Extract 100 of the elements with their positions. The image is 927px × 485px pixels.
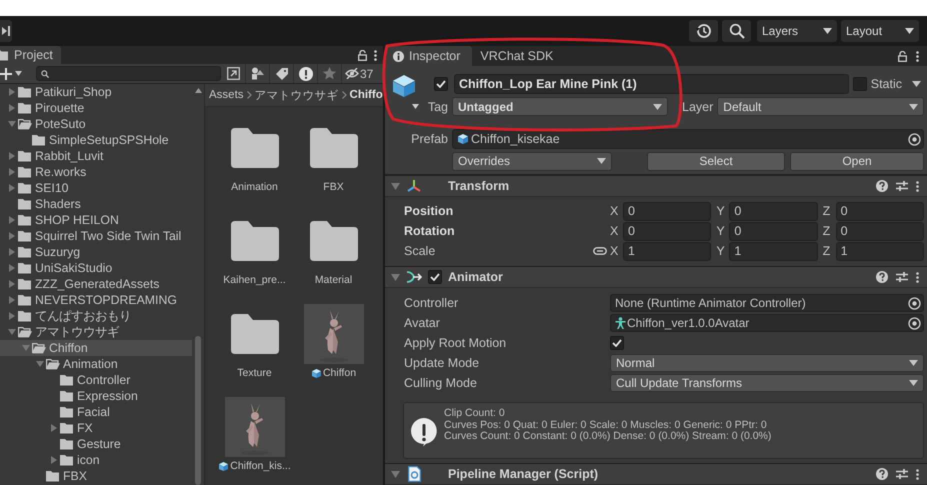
link-icon[interactable] — [593, 247, 607, 255]
folder-tree-item[interactable]: ZZZ_GeneratedAssets — [0, 276, 192, 292]
folder-tree-item[interactable]: Shaders — [0, 196, 192, 212]
panel-tab[interactable]: Inspector — [385, 46, 472, 66]
add-icon[interactable] — [0, 68, 12, 80]
layers-dropdown[interactable]: Layers — [757, 20, 837, 42]
prefab-action-button[interactable]: Open — [790, 152, 924, 170]
lock-icon[interactable] — [358, 50, 367, 60]
type-filter-icon[interactable] — [251, 67, 264, 80]
enabled-checkbox[interactable] — [428, 270, 442, 284]
scrollbar-thumb[interactable] — [195, 336, 201, 485]
presets-icon[interactable] — [896, 180, 908, 192]
help-icon[interactable] — [876, 468, 888, 480]
menu-icon[interactable] — [916, 272, 919, 282]
caret-icon[interactable] — [412, 104, 419, 109]
object-field[interactable]: None (Runtime Animator Controller) — [610, 294, 924, 312]
active-checkbox[interactable] — [434, 77, 448, 91]
expand-arrow-icon[interactable] — [51, 424, 57, 432]
folder-tree-item[interactable]: Pirouette — [0, 100, 192, 116]
presets-icon[interactable] — [896, 271, 908, 283]
folder-tree-item[interactable]: Animation — [0, 356, 192, 372]
folder-tree-item[interactable]: SHOP HEILON — [0, 212, 192, 228]
folder-tree-item[interactable]: Chiffon — [0, 340, 192, 356]
folder-tree-item[interactable]: Facial — [0, 404, 192, 420]
number-field[interactable]: 1 — [729, 242, 818, 260]
folder-tree-item[interactable]: Rabbit_Luvit — [0, 148, 192, 164]
menu-icon[interactable] — [374, 50, 377, 60]
layer-dropdown[interactable]: Default — [717, 97, 924, 116]
number-field[interactable]: 0 — [836, 222, 924, 240]
search-button[interactable] — [722, 20, 751, 42]
step-button[interactable] — [0, 20, 12, 42]
component-header[interactable]: Transform — [385, 175, 927, 197]
collapse-arrow-icon[interactable] — [8, 329, 16, 335]
name-field[interactable]: Chiffon_Lop Ear Mine Pink (1) — [454, 74, 849, 94]
expand-arrow-icon[interactable] — [51, 456, 57, 464]
folder-tree-item[interactable]: PoteSuto — [0, 116, 192, 132]
object-field[interactable]: Chiffon_ver1.0.0Avatar — [610, 314, 924, 332]
folder-tree-item[interactable]: FBX — [0, 468, 192, 484]
dropdown[interactable]: Cull Update Transforms — [610, 374, 924, 392]
asset-tile[interactable]: Animation — [215, 118, 294, 196]
project-tab[interactable]: Project — [0, 46, 61, 64]
folder-tree-item[interactable]: Expression — [0, 388, 192, 404]
star-icon[interactable] — [323, 67, 336, 80]
breadcrumb-link[interactable]: Assets — [209, 89, 244, 101]
component-header[interactable]: Animator — [385, 266, 927, 288]
breadcrumb-link[interactable]: アマトウウサギ — [254, 88, 339, 102]
asset-tile[interactable]: Material — [294, 211, 373, 289]
tag-icon[interactable] — [276, 68, 288, 80]
asset-tile[interactable]: FBX — [294, 118, 373, 196]
folder-tree-item[interactable]: アマトウウサギ — [0, 324, 192, 340]
folder-tree-item[interactable]: Squirrel Two Side Twin Tail — [0, 228, 192, 244]
target-icon[interactable] — [908, 316, 921, 330]
folder-tree-item[interactable]: Patikuri_Shop — [0, 84, 192, 100]
layout-dropdown[interactable]: Layout — [841, 20, 919, 42]
lock-icon[interactable] — [898, 50, 907, 62]
caret-icon[interactable] — [15, 71, 22, 76]
folder-tree-item[interactable]: SEI10 — [0, 180, 192, 196]
window-search-icon[interactable] — [226, 67, 240, 80]
number-field[interactable]: 0 — [836, 202, 924, 220]
number-field[interactable]: 0 — [729, 222, 818, 240]
number-field[interactable]: 0 — [623, 202, 712, 220]
number-field[interactable]: 0 — [729, 202, 818, 220]
collapse-arrow-icon[interactable] — [8, 121, 16, 127]
asset-tile[interactable]: Chiffon — [294, 304, 373, 382]
checkbox[interactable] — [610, 336, 624, 350]
folder-tree-item[interactable]: Gesture — [0, 436, 192, 452]
target-icon[interactable] — [908, 296, 921, 310]
help-icon[interactable] — [876, 180, 888, 192]
folder-tree-item[interactable]: UniSakiStudio — [0, 260, 192, 276]
panel-tab[interactable]: VRChat SDK — [472, 46, 566, 66]
prefab-action-button[interactable]: Select — [647, 152, 785, 170]
collapse-arrow-icon[interactable] — [391, 470, 400, 478]
warning-icon[interactable] — [298, 66, 312, 80]
menu-icon[interactable] — [916, 50, 919, 62]
folder-tree-item[interactable]: Controller — [0, 372, 192, 388]
number-field[interactable]: 1 — [623, 242, 712, 260]
collapse-arrow-icon[interactable] — [391, 182, 400, 190]
hidden-packages-button[interactable]: 37 — [341, 64, 376, 83]
folder-tree-item[interactable]: SimpleSetupSPSHole — [0, 132, 192, 148]
asset-tile[interactable]: Chiffon_kis... — [215, 397, 294, 475]
number-field[interactable]: 0 — [623, 222, 712, 240]
asset-tile[interactable]: Texture — [215, 304, 294, 382]
folder-tree-item[interactable]: てんぱすおおもり — [0, 308, 192, 324]
collapse-arrow-icon[interactable] — [36, 361, 44, 367]
folder-tree-item[interactable]: FX — [0, 420, 192, 436]
component-header[interactable]: Pipeline Manager (Script) — [385, 463, 927, 485]
prefab-field[interactable]: Chiffon_kisekae — [452, 129, 924, 149]
asset-tile[interactable]: Kaihen_pre... — [215, 211, 294, 289]
folder-tree-item[interactable]: Re.works — [0, 164, 192, 180]
overrides-dropdown[interactable]: Overrides — [452, 152, 612, 170]
history-button[interactable] — [689, 20, 718, 42]
presets-icon[interactable] — [896, 468, 908, 480]
collapse-arrow-icon[interactable] — [391, 274, 400, 280]
target-icon[interactable] — [908, 132, 921, 146]
dropdown[interactable]: Normal — [610, 354, 924, 372]
breadcrumb-link[interactable]: Chiffo — [350, 89, 383, 101]
tag-dropdown[interactable]: Untagged — [452, 97, 668, 116]
scroll-up-icon[interactable] — [195, 88, 202, 93]
folder-tree-item[interactable]: icon — [0, 452, 192, 468]
menu-icon[interactable] — [916, 180, 919, 192]
